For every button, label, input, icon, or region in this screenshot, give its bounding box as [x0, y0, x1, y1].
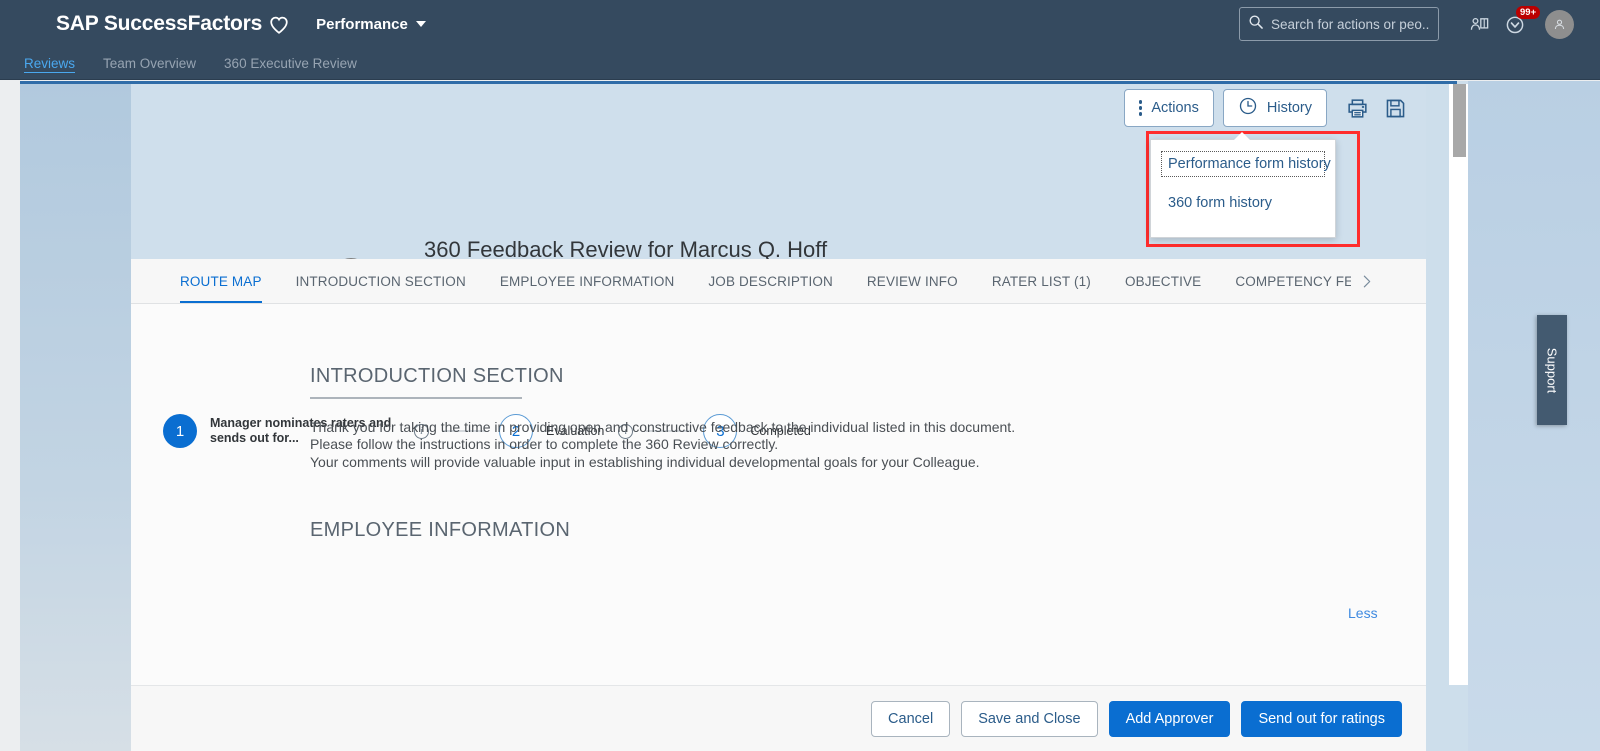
employee-information-heading: EMPLOYEE INFORMATION	[310, 519, 571, 541]
employee-information-section: EMPLOYEE INFORMATION	[310, 519, 570, 542]
history-menu-item-performance-form-history[interactable]: Performance form history	[1161, 151, 1331, 177]
introduction-section: INTRODUCTION SECTION Thank you for takin…	[310, 365, 1015, 471]
search-placeholder: Search for actions or peo...	[1271, 16, 1430, 32]
support-tab-label: Support	[1544, 347, 1560, 393]
left-gutter	[0, 81, 20, 751]
shell-bar: SAP SuccessFactors Performance Search fo…	[0, 0, 1600, 48]
history-menu-arrow	[1233, 132, 1251, 141]
form-footer: Cancel Save and Close Add Approver Send …	[131, 685, 1426, 751]
history-button[interactable]: History	[1222, 89, 1327, 127]
app-logo[interactable]: SAP SuccessFactors	[56, 12, 290, 36]
shell-right-tools: Search for actions or peo... 99+	[1239, 0, 1600, 48]
subnav-item-360-executive-review[interactable]: 360 Executive Review	[210, 56, 371, 71]
tab-review-info[interactable]: REVIEW INFO	[850, 259, 975, 303]
heart-icon	[268, 14, 290, 36]
introduction-body: Thank you for taking the time in providi…	[310, 419, 1015, 472]
history-menu-item-360-form-history[interactable]: 360 form history	[1162, 191, 1325, 215]
search-icon	[1248, 14, 1264, 35]
vertical-dots-icon	[1138, 100, 1143, 116]
route-step-1[interactable]: 1	[163, 414, 197, 448]
right-gutter	[1468, 81, 1600, 751]
tab-route-map[interactable]: ROUTE MAP	[163, 259, 279, 303]
form-toolbar: Actions History	[1123, 89, 1412, 127]
sub-navigation: Reviews Team Overview 360 Executive Revi…	[0, 48, 1600, 80]
save-and-close-button[interactable]: Save and Close	[961, 700, 1098, 737]
tab-job-description[interactable]: JOB DESCRIPTION	[691, 259, 850, 303]
send-out-for-ratings-button[interactable]: Send out for ratings	[1241, 700, 1402, 737]
form-content: 1 Manager nominates raters and sends out…	[131, 304, 1426, 685]
support-tab[interactable]: Support	[1537, 315, 1567, 425]
actions-button[interactable]: Actions	[1123, 89, 1214, 127]
notifications-icon[interactable]: 99+	[1497, 4, 1541, 44]
cancel-button[interactable]: Cancel	[871, 700, 951, 737]
form-section-tabs: ROUTE MAP INTRODUCTION SECTION EMPLOYEE …	[131, 259, 1426, 304]
add-approver-button[interactable]: Add Approver	[1108, 700, 1231, 737]
module-label: Performance	[316, 15, 408, 33]
introduction-line-1: Thank you for taking the time in providi…	[310, 418, 1016, 435]
introduction-line-3: Your comments will provide valuable inpu…	[310, 453, 980, 470]
user-avatar[interactable]	[1545, 9, 1574, 39]
page-scrollbar-thumb[interactable]	[1453, 84, 1466, 157]
history-button-label: History	[1266, 100, 1312, 116]
introduction-toggle-link[interactable]: Less	[1348, 605, 1378, 621]
clock-icon	[1238, 96, 1258, 120]
print-button[interactable]	[1340, 91, 1374, 125]
subnav-item-team-overview[interactable]: Team Overview	[89, 56, 210, 71]
history-menu: Performance form history 360 form histor…	[1150, 139, 1336, 238]
tab-employee-information[interactable]: EMPLOYEE INFORMATION	[483, 259, 692, 303]
tab-competency-feedback[interactable]: COMPETENCY FEEDB	[1218, 259, 1351, 303]
tab-rater-list[interactable]: RATER LIST (1)	[975, 259, 1108, 303]
save-button[interactable]	[1378, 91, 1412, 125]
actions-button-label: Actions	[1151, 100, 1199, 116]
chevron-down-icon	[415, 21, 426, 27]
people-directory-icon[interactable]	[1461, 4, 1497, 44]
app-logo-text: SAP SuccessFactors	[56, 12, 263, 35]
notification-badge: 99+	[1516, 6, 1541, 19]
search-input[interactable]: Search for actions or peo...	[1239, 7, 1439, 41]
chevron-right-icon[interactable]	[1351, 259, 1381, 303]
tab-objective[interactable]: OBJECTIVE	[1108, 259, 1218, 303]
introduction-heading: INTRODUCTION SECTION	[310, 365, 564, 387]
introduction-heading-rule	[310, 397, 522, 399]
module-selector[interactable]: Performance	[316, 16, 426, 33]
subnav-item-reviews[interactable]: Reviews	[10, 56, 89, 71]
tab-introduction-section[interactable]: INTRODUCTION SECTION	[279, 259, 483, 303]
application-root: SAP SuccessFactors Performance Search fo…	[0, 0, 1600, 751]
page-scrollbar-track[interactable]	[1449, 84, 1468, 685]
page-background-strip	[20, 81, 131, 751]
introduction-line-2: Please follow the instructions in order …	[310, 436, 779, 452]
